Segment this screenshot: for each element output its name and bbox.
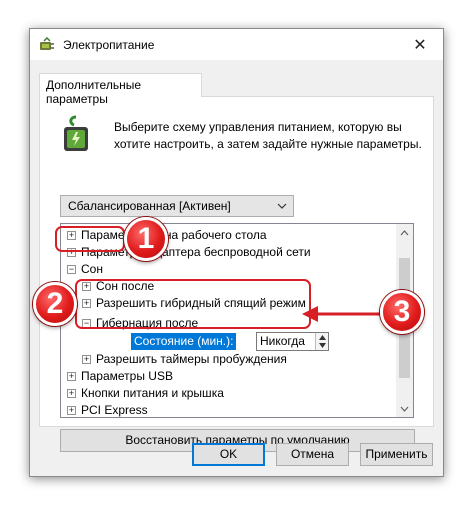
expand-icon[interactable]: + [67,389,76,398]
title-bar: Электропитание ✕ [30,29,443,60]
tree-item-label: Кнопки питания и крышка [81,386,224,400]
cancel-button[interactable]: Отмена [276,443,349,466]
instruction-text: Выберите схему управления питанием, кото… [114,120,422,151]
callout-badge-3: 3 [380,290,424,334]
power-options-dialog: Электропитание ✕ Дополнительные параметр… [29,28,444,477]
callout-frame-hibernate [75,279,311,329]
tree-item-label: Разрешить таймеры пробуждения [96,352,287,366]
expand-icon[interactable]: + [67,406,76,415]
callout-badge-2: 2 [33,282,77,326]
chevron-up-icon [400,229,409,235]
tree-item-hibernate-value[interactable]: Состояние (мин.): Никогда [131,332,331,352]
tab-advanced-settings[interactable]: Дополнительные параметры [39,73,202,106]
window-title: Электропитание [63,38,155,52]
close-icon: ✕ [413,36,427,54]
tree-item-label: Сон [81,262,103,276]
tab-panel: Выберите схему управления питанием, кото… [39,96,434,452]
arrow-up-icon[interactable] [319,335,326,340]
stepper-value: Никогда [260,334,305,348]
callout-number: 2 [46,287,64,320]
callout-badge-1: 1 [124,217,168,261]
power-scheme-value: Сбалансированная [Активен] [68,199,231,213]
callout-number: 3 [393,295,411,328]
callout-number: 1 [137,222,155,255]
tree-item-label: PCI Express [81,403,148,417]
collapse-icon[interactable]: − [67,265,76,274]
cancel-label: Отмена [290,447,335,461]
ok-label: OK [219,447,238,461]
close-button[interactable]: ✕ [397,29,443,60]
power-scheme-select[interactable]: Сбалансированная [Активен] [60,195,294,217]
scroll-up-button[interactable] [396,224,413,241]
chevron-down-icon [277,203,287,209]
callout-frame-sleep [55,226,125,252]
power-options-icon [40,37,54,50]
arrow-down-icon[interactable] [319,343,326,348]
scroll-down-button[interactable] [396,400,413,417]
battery-plug-icon [64,115,88,151]
chevron-down-icon [400,406,409,412]
expand-icon[interactable]: + [82,355,91,364]
tree-item-label: Параметры USB [81,369,173,383]
apply-button[interactable]: Применить [360,443,433,466]
setting-value-label: Состояние (мин.): [131,333,237,350]
expand-icon[interactable]: + [67,372,76,381]
apply-label: Применить [365,447,428,461]
stepper-buttons[interactable] [315,333,328,350]
ok-button[interactable]: OK [192,443,265,466]
hibernate-minutes-stepper[interactable]: Никогда [256,332,329,351]
